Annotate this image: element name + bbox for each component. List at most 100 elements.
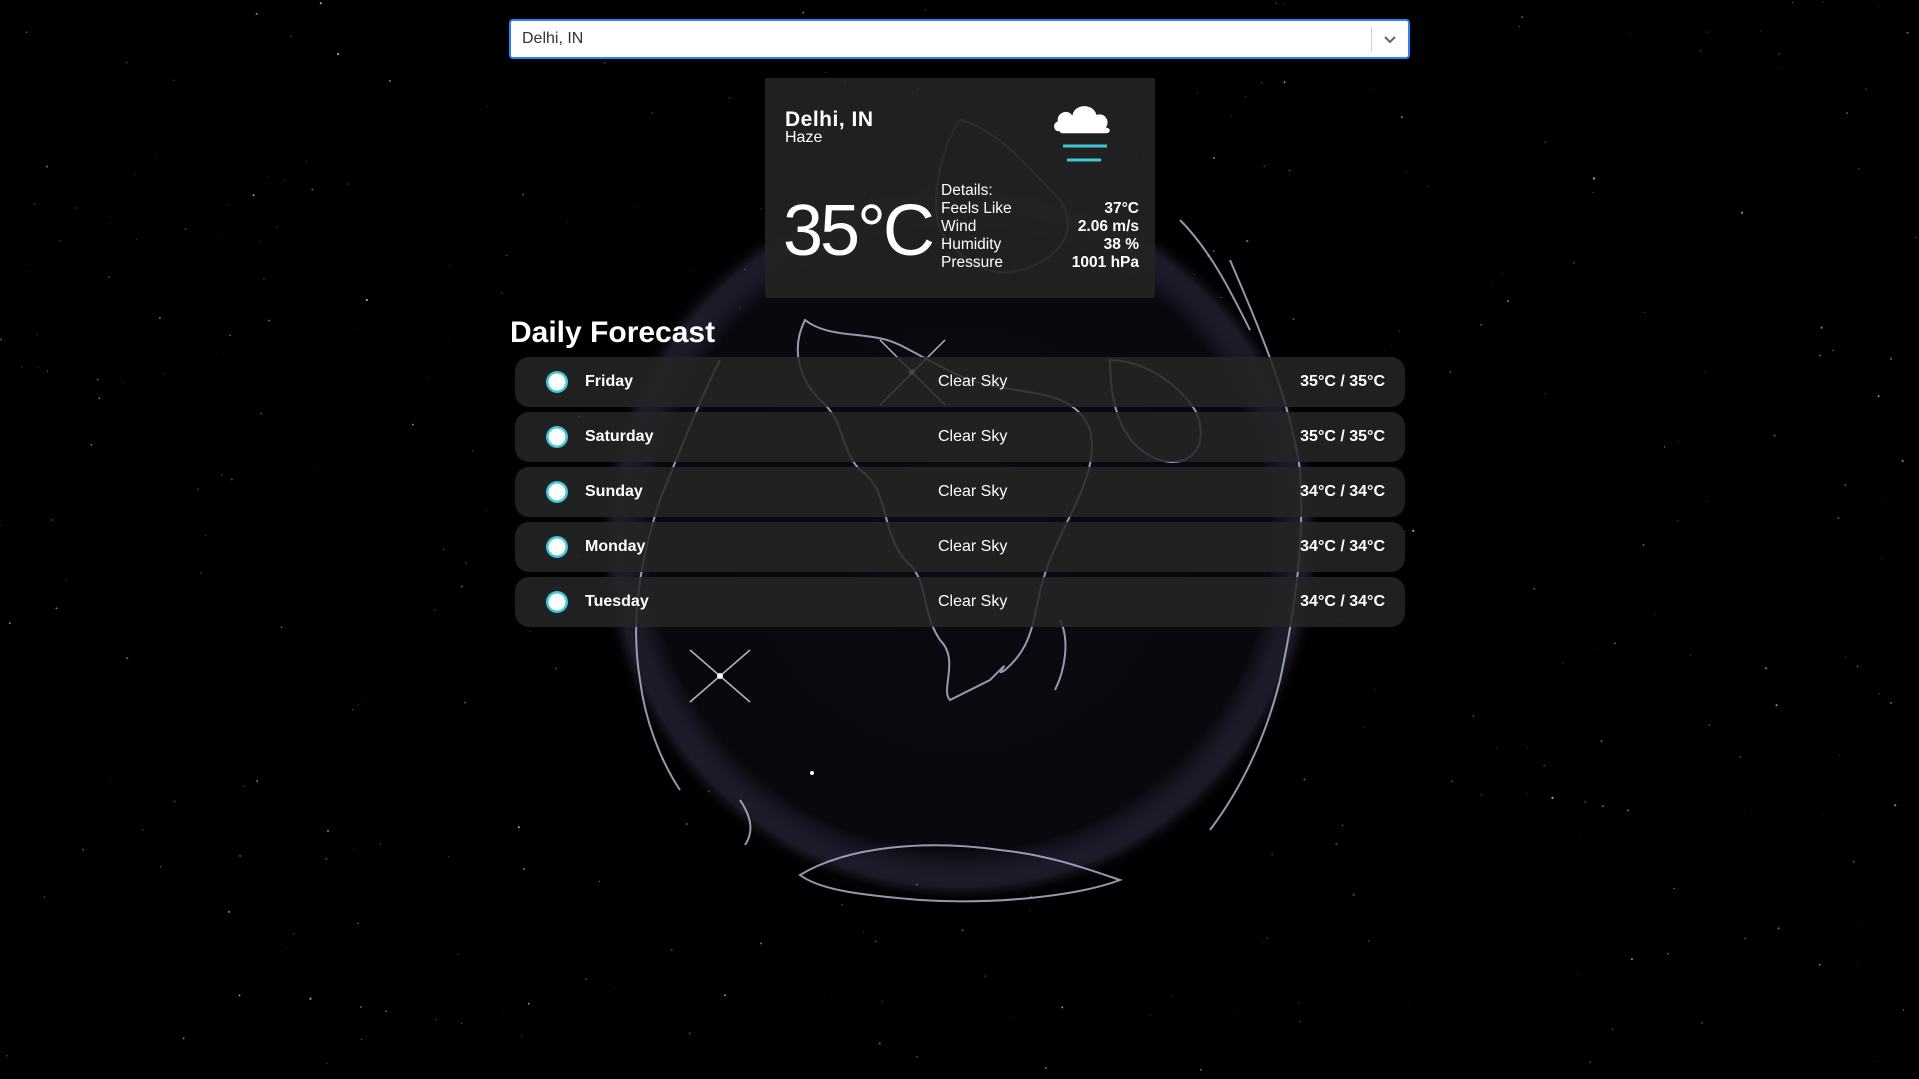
star: [352, 708, 354, 711]
current-description: Haze: [785, 129, 823, 146]
detail-value: 1001 hPa: [1071, 254, 1139, 271]
star: [874, 940, 877, 943]
forecast-range: 34°C / 34°C: [1300, 483, 1385, 500]
star: [878, 1042, 881, 1045]
star: [156, 154, 158, 156]
star: [238, 994, 241, 997]
detail-wind: Wind 2.06 m/s: [941, 218, 1139, 236]
star: [862, 931, 865, 933]
star: [1902, 1008, 1905, 1011]
star: [1642, 543, 1645, 547]
star: [502, 1013, 504, 1015]
star: [464, 702, 466, 704]
star: [230, 478, 233, 481]
star: [1706, 501, 1708, 503]
star: [1690, 139, 1691, 140]
forecast-row-tuesday[interactable]: Tuesday Clear Sky 34°C / 34°C: [515, 577, 1405, 627]
detail-label: Wind: [941, 218, 977, 235]
star: [1589, 1061, 1592, 1064]
location-select-value[interactable]: Delhi, IN: [511, 30, 1371, 48]
star: [1246, 239, 1249, 243]
star: [1299, 1020, 1301, 1022]
star: [1283, 81, 1286, 84]
star: [1877, 395, 1880, 398]
star: [163, 373, 165, 375]
star: [1480, 324, 1483, 326]
forecast-day: Sunday: [585, 483, 643, 500]
star: [1708, 724, 1710, 726]
detail-value: 38 %: [1103, 236, 1139, 253]
star: [1351, 15, 1353, 17]
star: [1778, 67, 1779, 69]
star: [449, 265, 451, 267]
star: [36, 333, 38, 336]
star: [1171, 995, 1173, 997]
star: [1338, 880, 1340, 882]
star: [1013, 1017, 1014, 1018]
star: [1889, 357, 1893, 360]
forecast-row-friday[interactable]: Friday Clear Sky 35°C / 35°C: [515, 357, 1405, 407]
star: [1199, 1068, 1203, 1071]
star: [1255, 7, 1257, 9]
star: [37, 366, 39, 368]
star: [50, 518, 53, 522]
star: [1844, 656, 1846, 658]
star: [1704, 371, 1706, 373]
star: [108, 276, 110, 278]
star: [1699, 50, 1702, 52]
star: [1449, 371, 1452, 373]
star: [1740, 211, 1744, 214]
star: [728, 96, 731, 99]
star: [380, 843, 382, 845]
chevron-down-icon[interactable]: [1372, 21, 1408, 57]
star: [0, 338, 3, 341]
star: [1878, 693, 1880, 695]
forecast-row-monday[interactable]: Monday Clear Sky 34°C / 34°C: [515, 522, 1405, 572]
star: [1677, 441, 1679, 443]
star: [64, 579, 67, 582]
detail-pressure: Pressure 1001 hPa: [941, 254, 1139, 272]
star: [97, 378, 99, 381]
star: [841, 903, 843, 906]
star: [1375, 689, 1377, 691]
star: [25, 264, 27, 266]
star: [1412, 529, 1415, 532]
star: [1231, 115, 1233, 117]
sun-icon: [541, 586, 573, 618]
star: [336, 52, 340, 56]
star: [527, 1002, 530, 1005]
star: [1303, 778, 1306, 781]
star: [1263, 165, 1266, 168]
star: [227, 204, 229, 206]
forecast-row-saturday[interactable]: Saturday Clear Sky 35°C / 35°C: [515, 412, 1405, 462]
star: [1580, 838, 1581, 840]
sun-icon: [541, 531, 573, 563]
star: [1451, 780, 1453, 782]
star: [158, 316, 161, 319]
star: [262, 277, 265, 280]
star: [305, 161, 307, 163]
star: [1404, 530, 1407, 532]
star: [1544, 141, 1546, 143]
star: [1630, 33, 1631, 34]
star: [1407, 1004, 1409, 1006]
star: [359, 1006, 362, 1008]
star: [259, 412, 263, 415]
star: [1045, 1067, 1047, 1069]
star: [1852, 860, 1855, 863]
star: [122, 383, 124, 385]
star: [1266, 937, 1268, 939]
star: [613, 987, 614, 989]
star: [1881, 558, 1883, 560]
star: [1844, 484, 1847, 487]
star: [434, 609, 436, 612]
star: [285, 947, 286, 949]
forecast-row-sunday[interactable]: Sunday Clear Sky 34°C / 34°C: [515, 467, 1405, 517]
star: [1577, 973, 1579, 975]
star: [1775, 704, 1778, 707]
star: [564, 1077, 566, 1078]
star: [1551, 796, 1554, 800]
location-select[interactable]: Delhi, IN: [509, 19, 1410, 59]
star: [724, 994, 726, 997]
star: [1878, 5, 1880, 6]
